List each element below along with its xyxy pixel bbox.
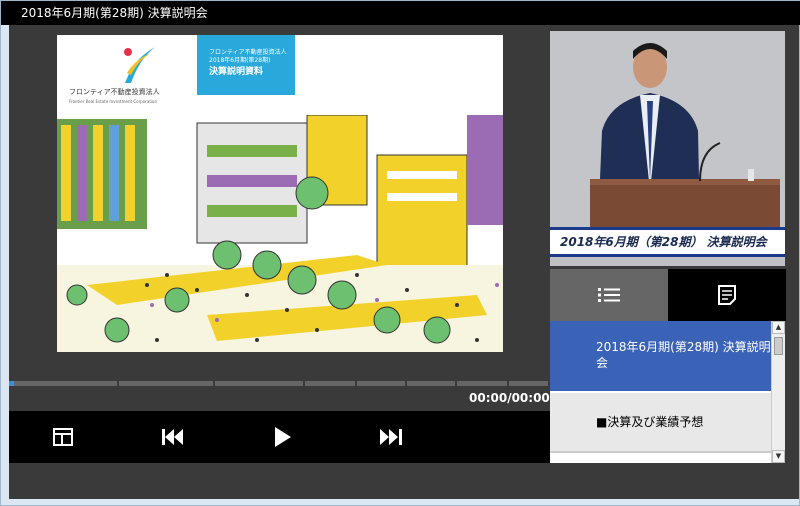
speaker-video[interactable]: 2018年6月期（第28期） 決算説明会 [550, 31, 785, 266]
document-icon [718, 285, 736, 305]
slide-area: フロンティア不動産投資法人 Frontier Real Estate Inves… [9, 25, 550, 381]
slide-title-box: フロンティア不動産投資法人 2018年6月期(第28期) 決算説明資料 [197, 35, 295, 95]
slide-title: 決算説明資料 [209, 67, 264, 77]
window-title: 2018年6月期(第28期) 決算説明会 [1, 1, 800, 25]
chapter-item[interactable]: 2018年6月期(第28期) 決算説明会 [550, 321, 771, 391]
speaker-image [550, 31, 785, 227]
play-button[interactable] [253, 411, 313, 463]
progress-fill [9, 381, 14, 386]
play-icon [275, 427, 291, 447]
slide-box-period: 2018年6月期(第28期) [209, 57, 271, 64]
skip-back-icon [162, 429, 183, 445]
player-window: 2018年6月期(第28期) 決算説明会 フロンティア不動産投資法人 Front… [0, 0, 800, 506]
previous-button[interactable] [143, 411, 203, 463]
scroll-thumb[interactable] [774, 337, 783, 355]
tab-documents[interactable] [668, 269, 786, 321]
slide-box-company: フロンティア不動産投資法人 [209, 49, 287, 56]
chapter-scrollbar[interactable]: ▲ ▼ [771, 321, 785, 463]
scroll-down-icon[interactable]: ▼ [772, 450, 785, 463]
next-button[interactable] [361, 411, 421, 463]
player-controls [9, 411, 550, 463]
progress-track[interactable] [9, 381, 550, 386]
scroll-up-icon[interactable]: ▲ [772, 321, 785, 334]
company-logo [124, 47, 155, 83]
city-illustration [57, 115, 503, 352]
tab-chapters[interactable] [550, 269, 668, 321]
chapter-item[interactable]: ■決算及び業績予想 [550, 393, 771, 453]
slide: フロンティア不動産投資法人 Frontier Real Estate Inves… [57, 35, 503, 352]
player-main: フロンティア不動産投資法人 Frontier Real Estate Inves… [9, 25, 799, 499]
video-caption: 2018年6月期（第28期） 決算説明会 [550, 227, 785, 257]
panel-tabs [550, 269, 786, 321]
list-icon [598, 288, 620, 302]
layout-icon [53, 428, 73, 446]
skip-forward-icon [380, 429, 402, 445]
company-name: フロンティア不動産投資法人 [69, 88, 160, 96]
time-display: 00:00/00:00 [469, 391, 550, 405]
layout-button[interactable] [33, 411, 93, 463]
company-name-en: Frontier Real Estate Investment Corporat… [69, 99, 157, 104]
chapter-list: 2018年6月期(第28期) 決算説明会 ■決算及び業績予想 ▲ ▼ [550, 321, 785, 463]
